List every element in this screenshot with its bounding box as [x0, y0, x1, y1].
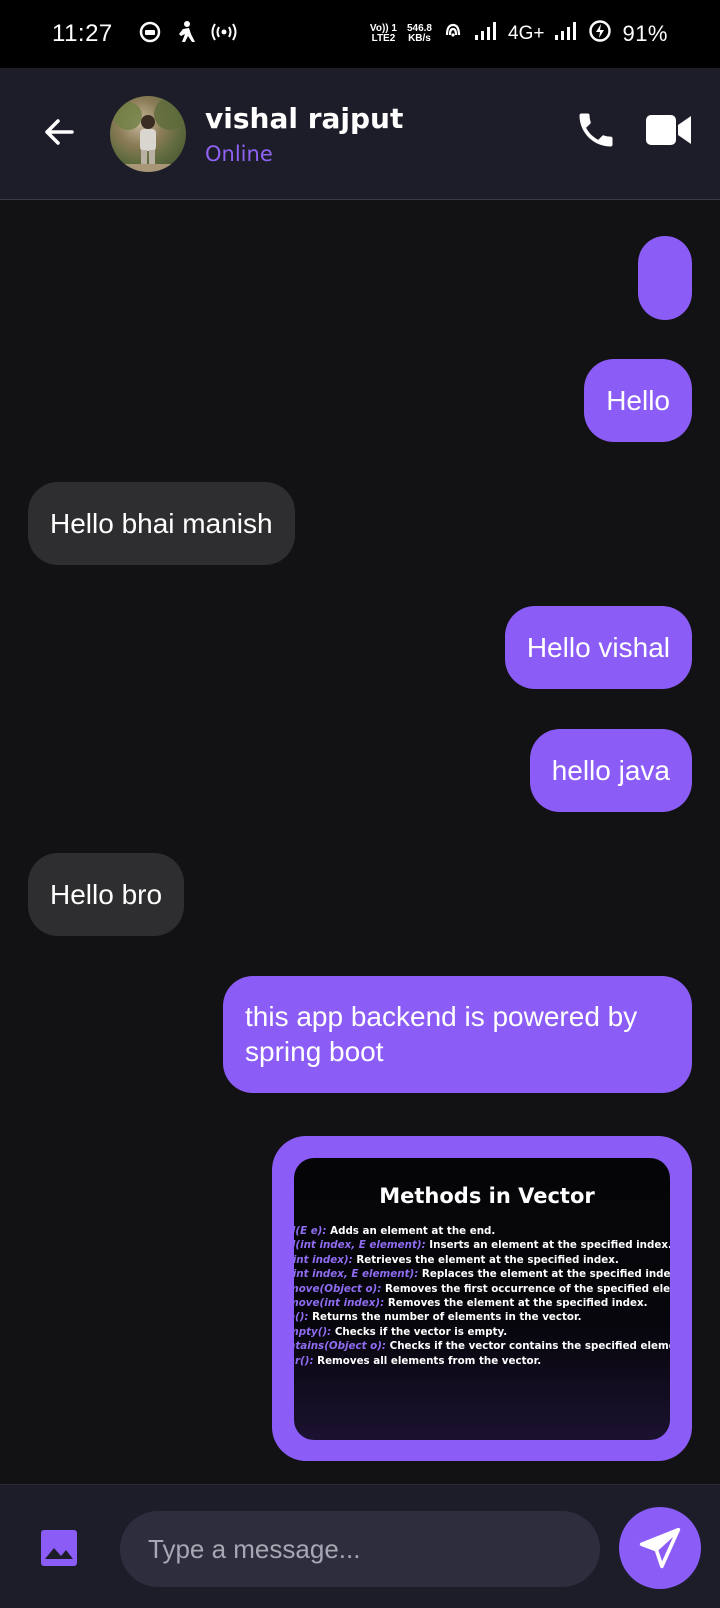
method-signature: move(int index): — [294, 1297, 385, 1310]
person-photo-icon — [110, 98, 186, 172]
back-button[interactable] — [38, 110, 82, 154]
notification-app-icon — [139, 21, 161, 48]
battery-percent: 91% — [622, 21, 668, 46]
gallery-button[interactable] — [40, 1529, 78, 1567]
image-text-line: move(Object o): Removes the first occurr… — [294, 1282, 670, 1296]
image-icon — [41, 1530, 77, 1566]
method-signature: d(E e): — [294, 1225, 327, 1237]
image-text-line: (int index): Retrieves the element at th… — [294, 1253, 670, 1267]
signal-icon-2 — [554, 21, 578, 47]
send-button[interactable] — [619, 1507, 701, 1589]
network-speed-unit: KB/s — [408, 33, 431, 44]
method-signature: move(Object o): — [294, 1282, 382, 1295]
method-signature: mpty(): — [294, 1325, 332, 1338]
message-bubble-sent[interactable] — [638, 236, 692, 320]
video-call-button[interactable] — [645, 110, 693, 150]
message-input[interactable] — [120, 1511, 600, 1587]
message-bubble-sent[interactable]: Hello — [584, 359, 692, 442]
image-title: Methods in Vector — [379, 1184, 595, 1208]
nfc-icon — [442, 20, 464, 48]
image-text-line: (int index, E element): Replaces the ele… — [294, 1267, 670, 1281]
message-bubble-sent[interactable]: Hello vishal — [504, 606, 692, 689]
send-icon — [639, 1527, 681, 1569]
phone-icon — [579, 113, 613, 147]
image-text-line: move(int index): Removes the element at … — [294, 1296, 670, 1310]
method-signature: ntains(Object o): — [294, 1340, 387, 1353]
network-type-label: 4G+ — [508, 23, 545, 44]
method-description: Removes all elements from the vector. — [313, 1354, 542, 1367]
chat-header: vishal rajput Online — [0, 68, 720, 200]
status-bar: 11:27 Vo)) 1 LTE2 546.8 KB/s 4G+ 91% — [0, 0, 720, 68]
image-text-line: mpty(): Checks if the vector is empty. — [294, 1325, 670, 1339]
message-bubble-received[interactable]: Hello bro — [28, 853, 185, 936]
method-description: Adds an element at the end. — [326, 1225, 496, 1237]
arrow-left-icon — [45, 119, 74, 145]
method-signature: (int index, E element): — [294, 1268, 419, 1281]
method-description: Checks if the vector contains the specif… — [386, 1340, 670, 1353]
method-description: Checks if the vector is empty. — [331, 1325, 508, 1338]
hotspot-icon — [211, 21, 237, 48]
image-attachment[interactable]: Methods in Vector d(E e): Adds an elemen… — [294, 1158, 670, 1440]
avatar[interactable] — [110, 96, 186, 172]
method-description: Inserts an element at the specified inde… — [425, 1239, 670, 1252]
status-time: 11:27 — [52, 20, 113, 47]
image-text-line: ar(): Removes all elements from the vect… — [294, 1354, 670, 1368]
message-bubble-sent[interactable]: hello java — [529, 729, 692, 812]
lte-label: LTE2 — [371, 33, 396, 44]
method-signature: d(int index, E element): — [294, 1239, 426, 1252]
method-signature: e(): — [294, 1311, 309, 1324]
image-text-line: ntains(Object o): Checks if the vector c… — [294, 1339, 670, 1353]
method-description: Removes the first occurrence of the spec… — [384, 1282, 670, 1295]
voice-call-button[interactable] — [574, 108, 618, 152]
contact-status: Online — [205, 142, 273, 166]
message-bubble-received[interactable]: Hello bhai manish — [28, 482, 295, 565]
image-text-line: d(E e): Adds an element at the end. — [294, 1224, 670, 1238]
method-description: Returns the number of elements in the ve… — [308, 1311, 582, 1324]
video-camera-icon — [646, 115, 691, 145]
image-text-lines: d(E e): Adds an element at the end.d(int… — [294, 1224, 670, 1368]
hiker-notification-icon — [175, 20, 197, 49]
method-signature: ar(): — [294, 1354, 314, 1367]
method-description: Removes the element at the specified ind… — [384, 1297, 648, 1310]
image-message-bubble[interactable]: Methods in Vector d(E e): Adds an elemen… — [272, 1136, 692, 1461]
method-description: Retrieves the element at the specified i… — [352, 1253, 619, 1266]
method-description: Replaces the element at the specified in… — [418, 1268, 670, 1281]
battery-saver-icon — [588, 19, 612, 49]
image-text-line: e(): Returns the number of elements in t… — [294, 1310, 670, 1324]
signal-icon — [474, 21, 498, 47]
method-signature: (int index): — [294, 1253, 353, 1266]
message-composer — [0, 1484, 720, 1608]
message-bubble-sent[interactable]: this app backend is powered by spring bo… — [223, 976, 692, 1093]
image-text-line: d(int index, E element): Inserts an elem… — [294, 1238, 670, 1252]
contact-name: vishal rajput — [205, 102, 404, 135]
